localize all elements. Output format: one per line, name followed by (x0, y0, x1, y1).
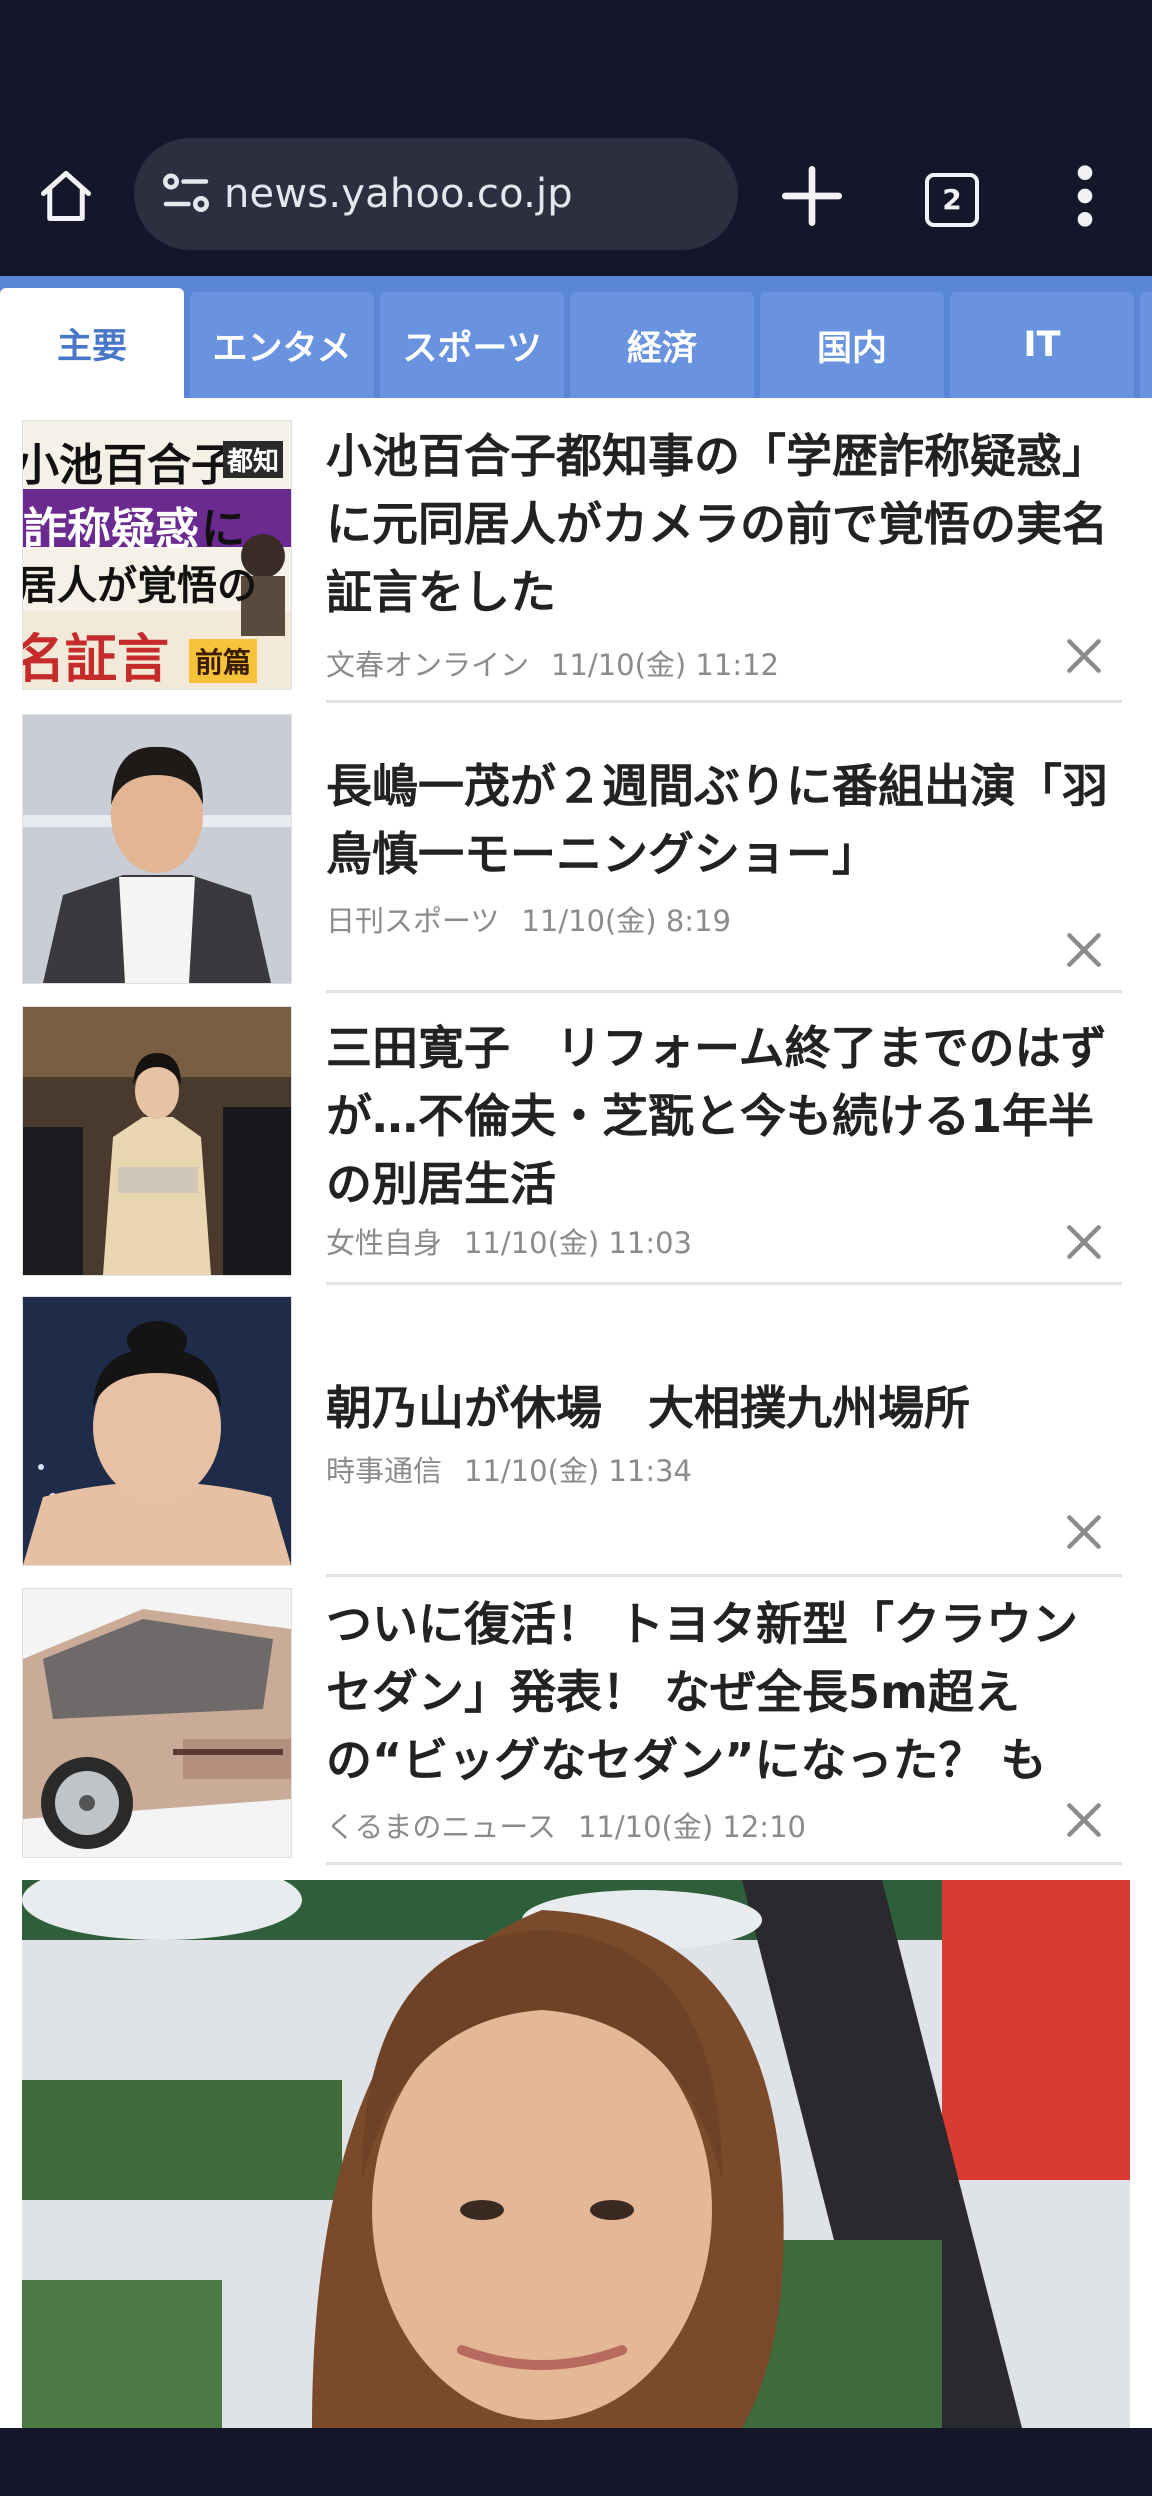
article-source: 女性自身 (326, 1226, 443, 1260)
article-thumbnail[interactable] (22, 1588, 292, 1858)
thumb-text-line4: 名証言 (22, 630, 170, 690)
article-source: 日刊スポーツ (326, 904, 500, 938)
close-icon[interactable] (1062, 928, 1106, 972)
browser-toolbar: news.yahoo.co.jp 2 (0, 128, 1152, 276)
divider (326, 990, 1122, 993)
article-headline[interactable]: 朝乃山が休場 大相撲九州場所 (326, 1374, 1122, 1442)
article-headline[interactable]: 小池百合子都知事の「学歴詐称疑惑」に元同居人がカメラの前で覚悟の実名証言をした (326, 422, 1122, 626)
article-date: 11/10(金) 11:12 (551, 648, 780, 682)
article-thumbnail[interactable] (22, 714, 292, 984)
thumb-text-line2: 詐称疑惑 (23, 504, 199, 555)
tab-it[interactable]: IT (950, 292, 1134, 398)
tab-switcher-button[interactable]: 2 (910, 158, 990, 238)
tab-count: 2 (925, 173, 979, 227)
article-item[interactable]: 小池百合子 都知 詐称疑惑 に 居人が覚悟の 名証言 前篇 小池百合子都知事の「… (22, 420, 1122, 700)
close-icon[interactable] (1062, 634, 1106, 678)
thumb-text-line2-suffix: に (201, 504, 245, 555)
address-bar[interactable]: news.yahoo.co.jp (134, 138, 738, 250)
close-icon[interactable] (1062, 1798, 1106, 1842)
home-button[interactable] (30, 160, 102, 232)
system-navigation-bar (0, 2428, 1152, 2496)
thumb-text-tag2: 前篇 (189, 639, 258, 683)
home-icon (41, 171, 91, 221)
article-source: くるまのニュース (326, 1810, 556, 1844)
article-item[interactable]: 朝乃山が休場 大相撲九州場所 時事通信 11/10(金) 11:34 (22, 1296, 1122, 1572)
article-item[interactable]: ついに復活！ トヨタ新型「クラウンセダン」発表！ なぜ全長5m超えの“ビッグなセ… (22, 1588, 1122, 1864)
thumb-text-line3: 居人が覚悟の (22, 563, 257, 609)
article-headline[interactable]: ついに復活！ トヨタ新型「クラウンセダン」発表！ なぜ全長5m超えの“ビッグなセ… (326, 1590, 1122, 1794)
tab-entame[interactable]: エンタメ (190, 292, 374, 398)
article-meta: 女性自身 11/10(金) 11:03 (326, 1220, 692, 1262)
tab-sports[interactable]: スポーツ (380, 292, 564, 398)
article-date: 11/10(金) 11:03 (464, 1226, 693, 1260)
divider (326, 1282, 1122, 1285)
close-icon[interactable] (1062, 1220, 1106, 1264)
article-source: 文春オンライン (326, 648, 530, 682)
article-meta: 日刊スポーツ 11/10(金) 8:19 (326, 898, 731, 940)
site-settings-icon[interactable] (156, 164, 216, 224)
article-headline[interactable]: 三田寛子 リフォーム終了までのはずが…不倫夫・芝翫と今も続ける1年半の別居生活 (326, 1014, 1122, 1218)
featured-article-image[interactable] (22, 1880, 1130, 2428)
thumb-text-tag: 都知 (223, 441, 284, 478)
article-meta: 時事通信 11/10(金) 11:34 (326, 1448, 692, 1490)
divider (326, 1862, 1122, 1865)
divider (326, 700, 1122, 703)
article-date: 11/10(金) 12:10 (577, 1810, 806, 1844)
article-meta: くるまのニュース 11/10(金) 12:10 (326, 1804, 806, 1846)
article-date: 11/10(金) 11:34 (464, 1454, 693, 1488)
article-date: 11/10(金) 8:19 (521, 904, 731, 938)
status-bar (0, 0, 1152, 128)
tab-more[interactable] (1140, 292, 1152, 398)
article-source: 時事通信 (326, 1454, 443, 1488)
url-text[interactable]: news.yahoo.co.jp (224, 138, 573, 250)
category-tabs: 主要 エンタメ スポーツ 経済 国内 IT (0, 276, 1152, 398)
tab-main[interactable]: 主要 (0, 288, 184, 398)
article-thumbnail[interactable]: 小池百合子 都知 詐称疑惑 に 居人が覚悟の 名証言 前篇 (22, 420, 292, 690)
article-headline[interactable]: 長嶋一茂が２週間ぶりに番組出演「羽鳥慎一モーニングショー」 (326, 752, 1122, 888)
close-icon[interactable] (1062, 1510, 1106, 1554)
divider (326, 1574, 1122, 1577)
article-item[interactable]: 長嶋一茂が２週間ぶりに番組出演「羽鳥慎一モーニングショー」 日刊スポーツ 11/1… (22, 714, 1122, 988)
thumb-text-line1: 小池百合子 (22, 440, 235, 491)
new-tab-icon[interactable] (772, 156, 852, 236)
article-meta: 文春オンライン 11/10(金) 11:12 (326, 642, 779, 684)
article-thumbnail[interactable] (22, 1296, 292, 1566)
article-item[interactable]: 三田寛子 リフォーム終了までのはずが…不倫夫・芝翫と今も続ける1年半の別居生活 … (22, 1006, 1122, 1282)
tab-economy[interactable]: 経済 (570, 292, 754, 398)
article-thumbnail[interactable] (22, 1006, 292, 1276)
more-menu-icon[interactable] (1060, 156, 1110, 236)
tab-domestic[interactable]: 国内 (760, 292, 944, 398)
